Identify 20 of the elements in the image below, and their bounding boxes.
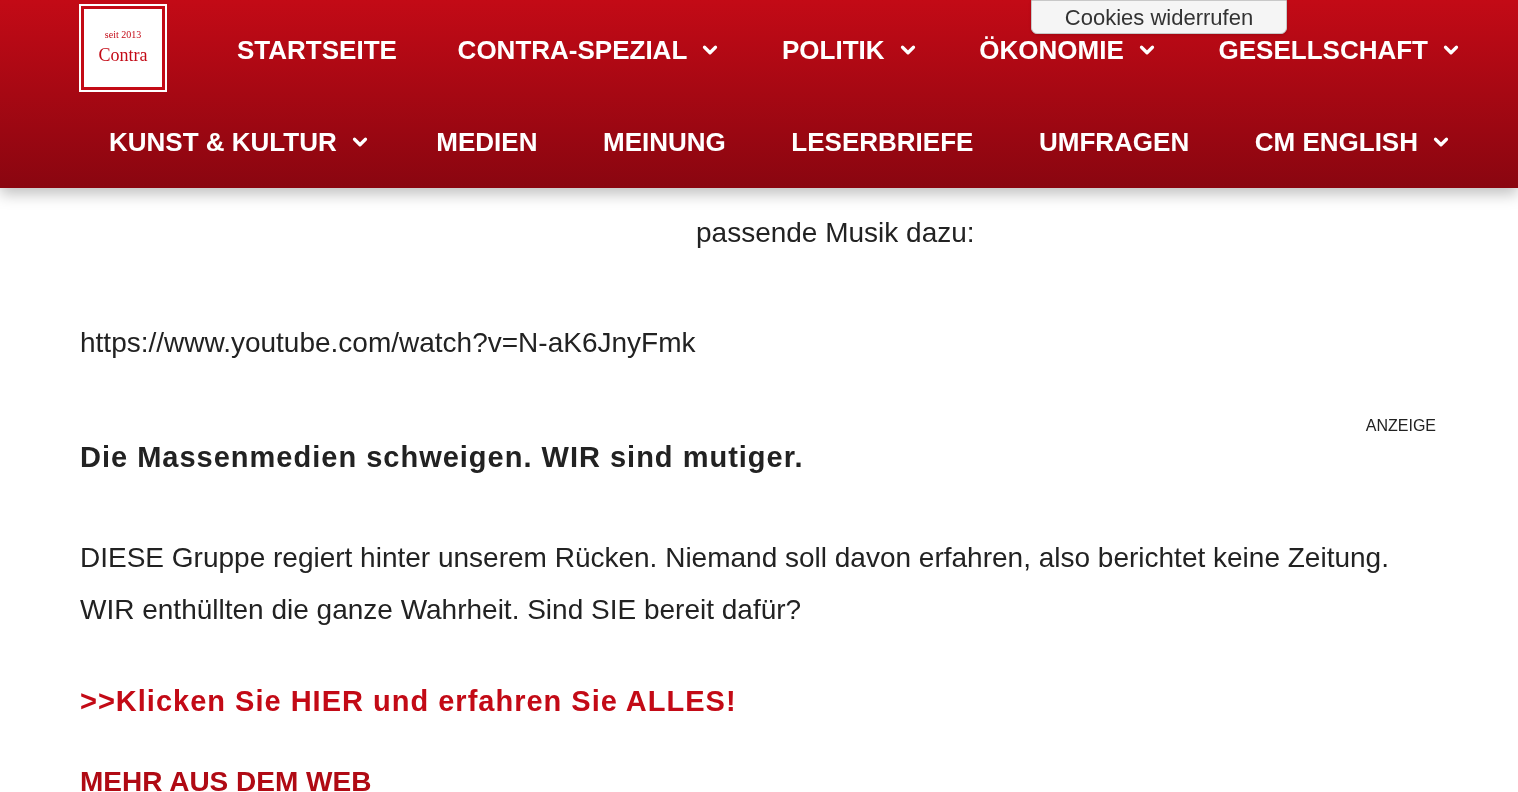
cookies-revoke-button[interactable]: Cookies widerrufen <box>1031 0 1287 34</box>
logo-tagline: seit 2013 <box>104 28 142 42</box>
ad-text: DIESE Gruppe regiert hinter unserem Rücken. Niemand soll davon erfahren, also berichtet keine Zeitung. WIR enthüllten die ganze Wahrheit. Sind SIE bereit dafür? <box>80 540 1390 627</box>
ad-headline: Die Massenmedien schweigen. WIR sind mutiger. <box>80 440 804 475</box>
nav-link[interactable]: LESERBRIEFE <box>791 122 974 162</box>
logo-text: Contra <box>98 44 148 67</box>
nav-link[interactable]: POLITIK <box>782 30 919 70</box>
ad-link[interactable]: >>Klicken Sie HIER und erfahren Sie ALLES! <box>80 679 1438 723</box>
nav-link[interactable]: MEINUNG <box>603 122 726 162</box>
nav-link[interactable]: STARTSEITE <box>237 30 397 70</box>
logo[interactable]: seit 2013 Contra <box>81 6 165 90</box>
nav-link[interactable]: CONTRA-SPEZIAL <box>457 30 722 70</box>
video-url: https://www.youtube.com/watch?v=N-aK6JnyFmk <box>80 326 697 360</box>
nav-link[interactable]: MEDIEN <box>436 122 538 162</box>
nav-link[interactable]: KUNST & KULTUR <box>109 122 371 162</box>
nav-link[interactable]: CM ENGLISH <box>1254 122 1452 162</box>
ad-label: ANZEIGE <box>1365 416 1437 436</box>
article-paragraph: passende Musik dazu: <box>695 216 976 250</box>
section-heading: MEHR AUS DEM WEB <box>80 765 373 792</box>
nav-link[interactable]: UMFRAGEN <box>1038 122 1190 162</box>
